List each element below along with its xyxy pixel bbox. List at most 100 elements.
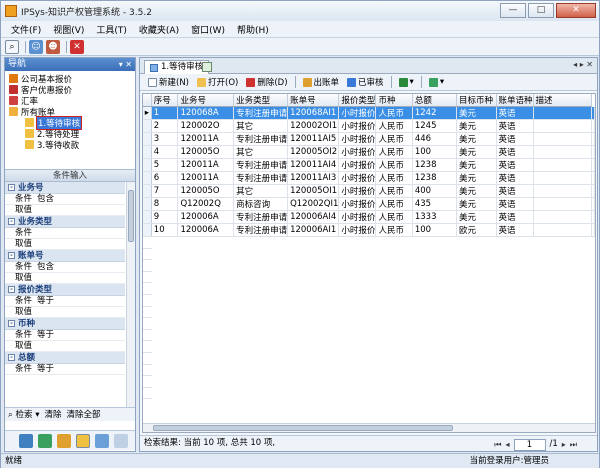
col-header-business-type[interactable]: 业务类型 bbox=[233, 94, 289, 107]
tab-pending-review[interactable]: 1.等待审核 bbox=[144, 60, 210, 74]
table-cell[interactable]: 人民币 bbox=[375, 171, 413, 185]
table-cell[interactable]: 120011A bbox=[177, 171, 235, 185]
minimize-button[interactable]: — bbox=[500, 3, 526, 18]
table-cell[interactable]: 人民币 bbox=[375, 158, 413, 172]
cond-value[interactable]: 等于 bbox=[37, 364, 54, 374]
horizontal-scrollbar[interactable] bbox=[143, 423, 595, 432]
table-cell[interactable]: 9 bbox=[151, 210, 179, 224]
table-cell[interactable]: 人民币 bbox=[375, 210, 413, 224]
table-cell[interactable]: 人民币 bbox=[375, 106, 413, 120]
table-cell[interactable]: 120011AI5 bbox=[287, 132, 340, 146]
table-cell[interactable]: 人民币 bbox=[375, 119, 413, 133]
table-cell[interactable]: 小时报价 bbox=[338, 210, 377, 224]
table-cell[interactable] bbox=[533, 132, 593, 146]
open-button[interactable]: 打开(O) bbox=[193, 76, 242, 88]
table-cell[interactable]: 435 bbox=[412, 197, 458, 211]
table-cell[interactable] bbox=[533, 210, 593, 224]
table-cell[interactable]: 美元 bbox=[456, 210, 497, 224]
conditions-scrollbar[interactable] bbox=[126, 182, 135, 416]
table-cell[interactable]: 英语 bbox=[496, 158, 534, 172]
collapse-icon[interactable]: - bbox=[8, 184, 15, 191]
table-cell[interactable]: 120006A bbox=[177, 210, 235, 224]
cond-group-title[interactable]: - 业务号 bbox=[5, 182, 125, 194]
menu-view[interactable]: 视图(V) bbox=[47, 23, 90, 36]
table-cell[interactable]: 其它 bbox=[233, 145, 289, 159]
group-icon[interactable] bbox=[57, 433, 71, 448]
cond-value[interactable]: 等于 bbox=[37, 296, 54, 306]
table-cell[interactable]: 小时报价 bbox=[338, 171, 377, 185]
table-cell[interactable]: Q12002Q bbox=[177, 197, 235, 211]
check-list-icon[interactable] bbox=[95, 433, 109, 448]
table-cell[interactable]: 120005O bbox=[177, 145, 235, 159]
search-button[interactable]: ⌕ 检索 ▾ bbox=[8, 408, 39, 421]
menu-file[interactable]: 文件(F) bbox=[5, 23, 47, 36]
cond-row[interactable]: 条件 等于 bbox=[5, 364, 125, 375]
table-cell[interactable]: 120005O bbox=[177, 184, 235, 198]
cond-row[interactable]: 条件 等于 bbox=[5, 330, 125, 341]
collapse-icon[interactable]: - bbox=[8, 354, 15, 361]
table-cell[interactable]: 120068AI1 bbox=[287, 106, 340, 120]
scroll-thumb[interactable] bbox=[153, 425, 453, 431]
table-cell[interactable]: 100 bbox=[412, 145, 458, 159]
cond-group-title[interactable]: - 账单号 bbox=[5, 250, 125, 262]
table-row[interactable]: 2 120002O 其它 120002OI1 小时报价 人民币 1245 美元 英语 bbox=[143, 119, 595, 133]
table-cell[interactable]: 英语 bbox=[496, 171, 534, 185]
table-cell[interactable]: 美元 bbox=[456, 184, 497, 198]
next-page-button[interactable]: ▸ bbox=[562, 437, 566, 452]
table-cell[interactable]: 120006AI1 bbox=[287, 223, 340, 237]
cond-group-title[interactable]: - 币种 bbox=[5, 318, 125, 330]
cond-group-title[interactable]: - 总额 bbox=[5, 352, 125, 364]
table-cell[interactable]: 专利注册申请 bbox=[233, 223, 289, 237]
table-row[interactable]: 6 120011A 专利注册申请 120011AI3 小时报价 人民币 1238 美元 英语 bbox=[143, 171, 595, 185]
tree-item-customer-quote[interactable]: 客户优惠报价 bbox=[9, 84, 135, 96]
table-cell[interactable]: 120006A bbox=[177, 223, 235, 237]
window-icon[interactable] bbox=[114, 433, 128, 448]
tree-item-company-quote[interactable]: 公司基本报价 bbox=[9, 73, 135, 85]
table-cell[interactable] bbox=[533, 145, 593, 159]
table-cell[interactable]: 人民币 bbox=[375, 223, 413, 237]
menu-favorites[interactable]: 收藏夹(A) bbox=[133, 23, 185, 36]
value-row[interactable]: 取值 bbox=[5, 307, 125, 318]
table-cell[interactable]: 美元 bbox=[456, 132, 497, 146]
tree-item-pending-payment[interactable]: 3.等待收款 bbox=[9, 139, 135, 151]
new-tab-icon[interactable] bbox=[202, 62, 212, 72]
table-cell[interactable] bbox=[533, 158, 593, 172]
table-row[interactable]: ▸ 1 120068A 专利注册申请 120068AI1 小时报价 人民币 1242 美元 英语 bbox=[143, 106, 595, 120]
table-cell[interactable]: 120011AI4 bbox=[287, 158, 340, 172]
table-cell[interactable]: 其它 bbox=[233, 119, 289, 133]
table-cell[interactable]: 美元 bbox=[456, 119, 497, 133]
table-cell[interactable]: 英语 bbox=[496, 210, 534, 224]
table-cell[interactable]: 10 bbox=[151, 223, 179, 237]
table-cell[interactable]: 其它 bbox=[233, 184, 289, 198]
tree-item-pending-review[interactable]: 1.等待审核 bbox=[9, 115, 135, 130]
table-cell[interactable]: 人民币 bbox=[375, 184, 413, 198]
table-cell[interactable]: 小时报价 bbox=[338, 223, 377, 237]
table-cell[interactable] bbox=[533, 119, 593, 133]
menu-window[interactable]: 窗口(W) bbox=[185, 23, 231, 36]
archive-icon[interactable] bbox=[38, 433, 52, 448]
table-cell[interactable]: 1333 bbox=[412, 210, 458, 224]
user-settings-icon[interactable]: ☻ bbox=[46, 39, 60, 54]
col-header-business-no[interactable]: 业务号 bbox=[177, 94, 235, 107]
table-row[interactable]: 7 120005O 其它 120005OI1 小时报价 人民币 400 美元 英语 bbox=[143, 184, 595, 198]
cond-row[interactable]: 条件 包含 bbox=[5, 194, 125, 205]
table-cell[interactable]: 英语 bbox=[496, 197, 534, 211]
table-cell[interactable]: 1 bbox=[151, 106, 179, 120]
tab-controls[interactable]: ◂ ▸ ✕ bbox=[573, 60, 593, 69]
col-header-total[interactable]: 总额 bbox=[412, 94, 458, 107]
cond-row[interactable]: 条件 等于 bbox=[5, 296, 125, 307]
table-row[interactable]: 8 Q12002Q 商标咨询 Q12002QI1 小时报价 人民币 435 美元 英语 bbox=[143, 197, 595, 211]
table-cell[interactable]: 6 bbox=[151, 171, 179, 185]
clear-button[interactable]: 清除 bbox=[44, 408, 61, 421]
table-cell[interactable]: 1245 bbox=[412, 119, 458, 133]
table-cell[interactable]: 英语 bbox=[496, 223, 534, 237]
reviewed-button[interactable]: 已审核 bbox=[343, 76, 388, 88]
table-cell[interactable]: 446 bbox=[412, 132, 458, 146]
table-cell[interactable] bbox=[533, 197, 593, 211]
col-header-seq[interactable]: 序号 bbox=[151, 94, 179, 107]
table-cell[interactable]: 商标咨询 bbox=[233, 197, 289, 211]
value-row[interactable]: 取值 bbox=[5, 239, 125, 250]
page-input[interactable]: 1 bbox=[513, 438, 546, 451]
table-cell[interactable]: 美元 bbox=[456, 106, 497, 120]
col-header-currency[interactable]: 币种 bbox=[375, 94, 413, 107]
